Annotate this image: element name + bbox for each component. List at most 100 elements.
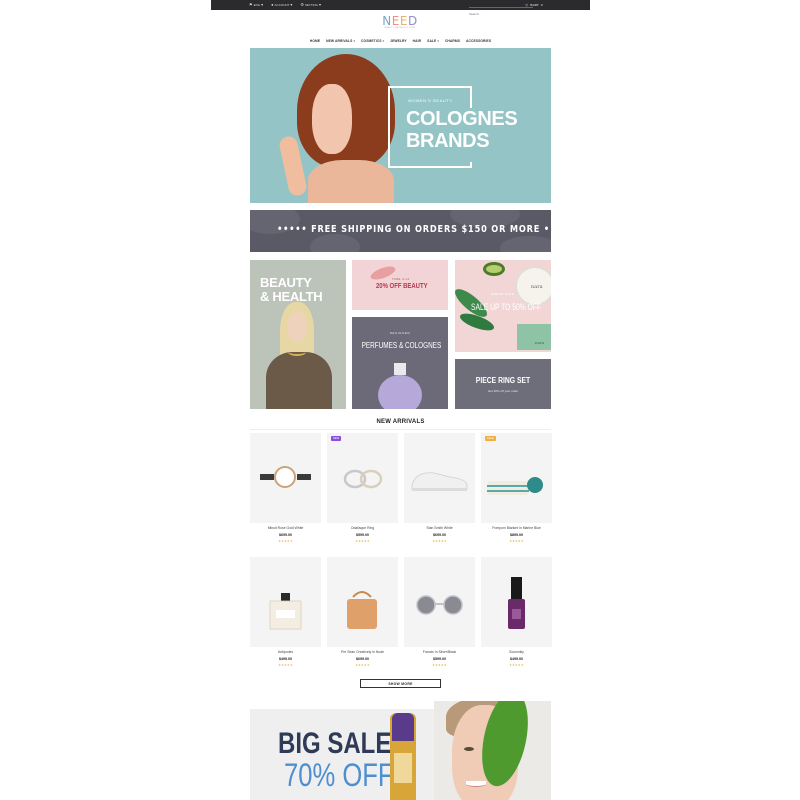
beauty-discount-tile[interactable]: TIME 4-14 20% OFF BEAUTY: [352, 260, 448, 310]
sale-50-kicker: DREAM SALE: [491, 292, 515, 296]
nav-item-hair[interactable]: HAIR: [413, 39, 421, 43]
big-sale-banner[interactable]: BIG SALE 70% OFF: [250, 709, 434, 800]
product-price: $699.00: [433, 533, 446, 537]
product-name[interactable]: Minuit Rose Gold White: [250, 526, 321, 530]
show-more-button[interactable]: SHOW MORE: [360, 679, 441, 688]
account-menu[interactable]: ● ACCOUNT ▾: [271, 2, 293, 8]
cart-button[interactable]: 🛒 CART 0: [525, 1, 543, 9]
chevron-down-icon: ▾: [382, 39, 385, 43]
product-card[interactable]: Minuit Rose Gold White $699.00 ★★★★★: [250, 433, 321, 551]
product-card[interactable]: Soulonkly $499.00 ★★★★★: [481, 557, 552, 675]
perfumes-tile[interactable]: DESIGNER PERFUMES & COLOGNES: [352, 317, 448, 409]
product-price: $599.00: [356, 533, 369, 537]
nav-item-new-arrivals[interactable]: NEW ARRIVALS▾: [326, 39, 355, 43]
flag-icon: ⚑: [249, 2, 253, 7]
cart-label: CART: [530, 3, 539, 7]
sale-50-tile[interactable]: nara nara DREAM SALE SALE UP TO 50% OFF: [455, 260, 551, 352]
shipping-banner[interactable]: ••••• FREE SHIPPING ON ORDERS $150 OR MO…: [250, 210, 551, 252]
top-bar: ⚑ ENG ▾ ● ACCOUNT ▾ ⚙ SETTING ▾ ⌕ 🛒 CART…: [211, 0, 590, 17]
section-title-new-arrivals: NEW ARRIVALS: [376, 419, 425, 425]
nav-item-home[interactable]: HOME: [310, 39, 320, 43]
product-name[interactable]: Francis In Silver/Black: [404, 650, 475, 654]
site-logo[interactable]: NEED BEAUTY FASHION STORE: [380, 14, 420, 29]
product-image[interactable]: [481, 433, 552, 523]
product-card[interactable]: Stan Smith White $699.00 ★★★★★: [404, 433, 475, 551]
hero-model-face: [312, 84, 352, 154]
hero-model-shoulders: [308, 160, 394, 203]
big-sale-percent: 70% OFF: [284, 757, 394, 793]
chevron-down-icon: ▾: [319, 2, 322, 7]
nav-item-charms[interactable]: CHARMS: [445, 39, 460, 43]
nav-item-accessories[interactable]: ACCESSORIES: [466, 39, 491, 43]
product-price: $499.00: [279, 657, 292, 661]
product-name[interactable]: Antipodes: [250, 650, 321, 654]
product-image[interactable]: [404, 557, 475, 647]
product-name[interactable]: Pre Sean Creatively In Nude: [327, 650, 398, 654]
product-badge: NEW: [331, 436, 342, 441]
product-rating: ★★★★★: [432, 539, 447, 543]
ring-set-tile[interactable]: PIECE RING SET Get 30% off your order: [455, 359, 551, 409]
product-rating: ★★★★★: [509, 663, 524, 667]
beauty-discount-kicker: TIME 4-14: [392, 277, 410, 281]
product-card[interactable]: NEW Odalisque Ring $599.00 ★★★★★: [327, 433, 398, 551]
product-image[interactable]: [327, 433, 398, 523]
product-rating: ★★★★★: [509, 539, 524, 543]
sale-50-label: SALE UP TO 50% OFF: [471, 302, 542, 312]
hero-kicker: WOMEN'S BEAUTY: [408, 98, 453, 103]
shipping-text: ••••• FREE SHIPPING ON ORDERS $150 OR MO…: [277, 224, 551, 235]
logo-tagline: BEAUTY FASHION STORE: [384, 27, 416, 29]
gear-icon: ⚙: [300, 2, 304, 7]
nav-item-sale[interactable]: SALE▾: [427, 39, 439, 43]
language-selector[interactable]: ⚑ ENG ▾: [249, 2, 264, 8]
product-name[interactable]: Pompom Blanket In Marine Blue: [481, 526, 552, 530]
perfume-bottle-image: [378, 375, 422, 409]
product-name[interactable]: Stan Smith White: [404, 526, 475, 530]
product-image[interactable]: [481, 557, 552, 647]
ring-set-label: PIECE RING SET: [475, 376, 531, 385]
beauty-health-tile[interactable]: BEAUTY & HEALTH: [250, 260, 346, 409]
perfumes-kicker: DESIGNER: [389, 331, 411, 335]
settings-menu[interactable]: ⚙ SETTING ▾: [300, 2, 322, 8]
beauty-health-title: BEAUTY & HEALTH: [260, 275, 323, 304]
cart-icon: 🛒: [525, 3, 529, 7]
product-price: $899.00: [510, 533, 523, 537]
product-image[interactable]: [327, 557, 398, 647]
product-name[interactable]: Soulonkly: [481, 650, 552, 654]
chevron-down-icon: ▾: [437, 39, 439, 43]
product-rating: ★★★★★: [355, 539, 370, 543]
user-icon: ●: [271, 2, 274, 7]
product-card[interactable]: Pre Sean Creatively In Nude $699.00 ★★★★★: [327, 557, 398, 675]
big-sale-model-image: [434, 701, 551, 800]
divider: [250, 429, 551, 430]
product-price: $499.00: [510, 657, 523, 661]
hero-banner[interactable]: WOMEN'S BEAUTY COLOGNES BRANDS: [250, 48, 551, 203]
product-image[interactable]: [404, 433, 475, 523]
product-image[interactable]: [250, 433, 321, 523]
search-box: ⌕: [469, 2, 533, 17]
product-rating: ★★★★★: [278, 539, 293, 543]
product-price: $599.00: [433, 657, 446, 661]
product-rating: ★★★★★: [355, 663, 370, 667]
hero-title: COLOGNES BRANDS: [406, 108, 518, 152]
box-brand-label: nara: [535, 340, 545, 345]
top-bar-left: ⚑ ENG ▾ ● ACCOUNT ▾ ⚙ SETTING ▾: [249, 2, 321, 8]
chevron-down-icon: ▾: [261, 2, 264, 7]
product-name[interactable]: Odalisque Ring: [327, 526, 398, 530]
product-badge: SALE: [485, 436, 496, 441]
perfumes-label: PERFUMES & COLOGNES: [361, 341, 442, 350]
product-card[interactable]: Antipodes $499.00 ★★★★★: [250, 557, 321, 675]
ring-set-sub: Get 30% off your order: [487, 389, 519, 393]
nav-item-jewelry[interactable]: JEWELRY: [390, 39, 407, 43]
settings-label: SETTING: [305, 3, 319, 7]
search-input[interactable]: [469, 11, 523, 17]
product-price: $699.00: [356, 657, 369, 661]
product-card[interactable]: SALE Pompom Blanket In Marine Blue $899.00…: [481, 433, 552, 551]
big-sale-headline: BIG SALE: [278, 727, 392, 760]
main-nav: HOME NEW ARRIVALS▾ COSMETICS▾ JEWELRY HA…: [250, 37, 551, 45]
account-label: ACCOUNT: [274, 3, 290, 7]
product-card[interactable]: Francis In Silver/Black $599.00 ★★★★★: [404, 557, 475, 675]
chevron-down-icon: ▾: [290, 2, 293, 7]
chevron-down-icon: ▾: [353, 39, 356, 43]
nav-item-cosmetics[interactable]: COSMETICS▾: [361, 39, 384, 43]
product-image[interactable]: [250, 557, 321, 647]
